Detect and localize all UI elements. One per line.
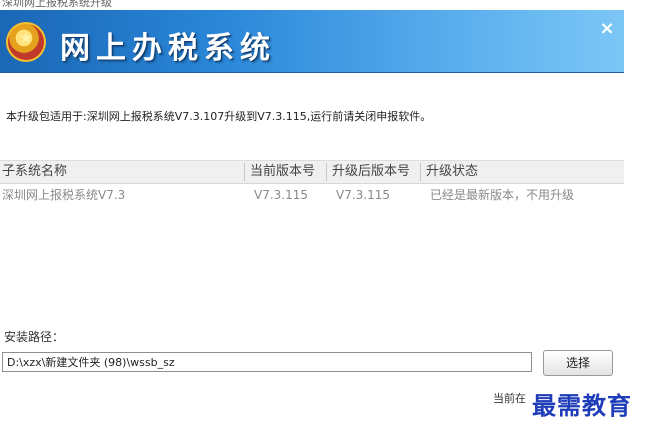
cell-upgrade-status: 已经是最新版本，不用升级 <box>430 188 575 202</box>
tax-emblem-icon <box>6 22 46 62</box>
column-header-status[interactable]: 升级状态 <box>426 161 478 183</box>
app-title: 网上办税系统 <box>60 31 276 66</box>
window-caption: 深圳网上报税系统升级 <box>2 0 112 9</box>
install-path-input[interactable]: D:\xzx\新建文件夹 (98)\wssb_sz <box>2 352 532 372</box>
column-header-target-version[interactable]: 升级后版本号 <box>332 161 410 183</box>
cell-current-version: V7.3.115 <box>254 188 309 202</box>
browse-button[interactable]: 选择 <box>543 350 613 376</box>
column-header-subsystem[interactable]: 子系统名称 <box>2 161 67 183</box>
column-divider <box>326 163 327 181</box>
cell-subsystem-name: 深圳网上报税系统V7.3 <box>2 188 126 202</box>
table-row[interactable]: 深圳网上报税系统V7.3 V7.3.115 V7.3.115 已经是最新版本，不… <box>0 184 624 206</box>
cell-target-version: V7.3.115 <box>336 188 391 202</box>
install-path-label: 安装路径： <box>4 330 65 344</box>
column-divider <box>244 163 245 181</box>
app-header: 网上办税系统 × <box>0 10 624 73</box>
column-header-current-version[interactable]: 当前版本号 <box>250 161 315 183</box>
table-header: 子系统名称 当前版本号 升级后版本号 升级状态 <box>0 160 624 184</box>
watermark: 最需教育 <box>532 390 632 422</box>
column-divider <box>420 163 421 181</box>
status-text: 当前在 <box>493 392 526 405</box>
subsystem-table: 子系统名称 当前版本号 升级后版本号 升级状态 深圳网上报税系统V7.3 V7.… <box>0 160 624 206</box>
close-button[interactable]: × <box>596 18 618 40</box>
window-caption-strip: 深圳网上报税系统升级 <box>0 0 654 10</box>
upgrade-description: 本升级包适用于:深圳网上报税系统V7.3.107升级到V7.3.115,运行前请… <box>6 110 432 123</box>
